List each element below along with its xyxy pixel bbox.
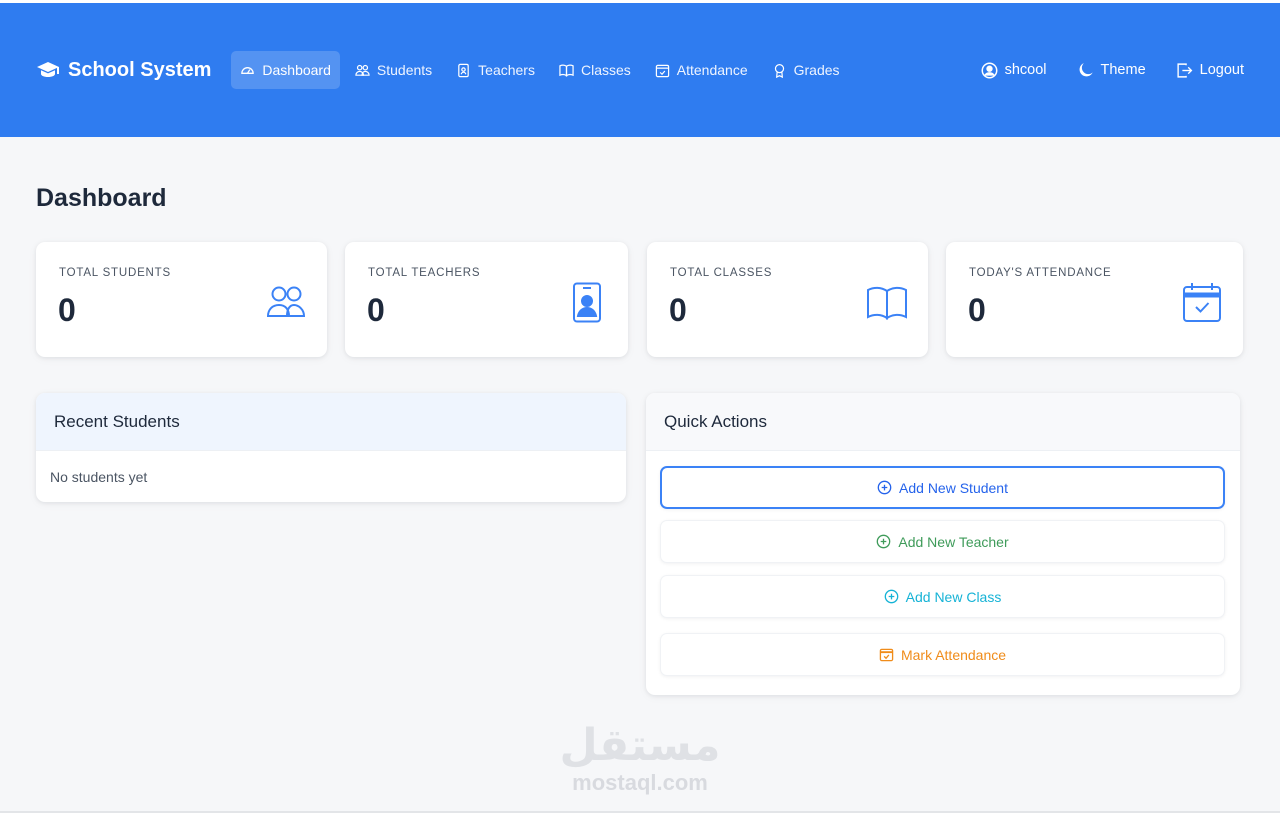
plus-circle-icon: [884, 589, 898, 604]
panel-title: Quick Actions: [646, 393, 1240, 451]
empty-state-text: No students yet: [50, 469, 148, 485]
nav-item-classes[interactable]: Classes: [550, 51, 640, 89]
mark-attendance-button[interactable]: Mark Attendance: [660, 633, 1225, 676]
button-label: Add New Teacher: [898, 533, 1009, 550]
badge-icon: [458, 63, 469, 77]
stat-label: TODAY'S ATTENDANCE: [969, 267, 1112, 279]
calendar-check-icon: [879, 648, 894, 662]
nav-item-students[interactable]: Students: [346, 51, 441, 89]
stat-label: TOTAL TEACHERS: [368, 267, 481, 279]
award-icon: [774, 63, 784, 78]
button-label: Mark Attendance: [900, 646, 1007, 663]
watermark: مستقل mostaql.com: [540, 722, 740, 796]
speedometer-icon: [241, 66, 255, 74]
logout-label: Logout: [1199, 62, 1244, 78]
book-icon: [867, 286, 907, 320]
watermark-latin: mostaql.com: [572, 770, 708, 795]
add-student-button[interactable]: Add New Student: [660, 466, 1225, 509]
logout-icon: [1177, 62, 1193, 78]
panel-title: Recent Students: [36, 393, 626, 451]
stat-value: 0: [968, 292, 986, 328]
main-nav: Dashboard Students Teachers Classes Atte…: [231, 51, 848, 89]
plus-circle-icon: [877, 480, 892, 495]
button-label: Add New Class: [905, 588, 1002, 605]
nav-item-dashboard[interactable]: Dashboard: [231, 51, 340, 89]
stat-value: 0: [367, 292, 385, 328]
nav-label: Teachers: [478, 62, 535, 78]
plus-circle-icon: [877, 534, 891, 549]
add-teacher-button[interactable]: Add New Teacher: [660, 520, 1225, 563]
calendar-check-icon: [1183, 283, 1221, 322]
user-menu[interactable]: shcool: [981, 54, 1047, 87]
badge-icon: [573, 282, 601, 323]
page-title: Dashboard: [36, 184, 167, 212]
stat-value: 0: [58, 292, 76, 328]
logout-button[interactable]: Logout: [1176, 54, 1244, 87]
brand[interactable]: School System: [36, 58, 211, 82]
nav-label: Classes: [580, 62, 631, 78]
nav-item-grades[interactable]: Grades: [763, 51, 849, 89]
graduation-cap-icon: [37, 62, 59, 77]
stat-card-students: TOTAL STUDENTS 0: [36, 242, 327, 357]
user-circle-icon: [981, 62, 998, 78]
stat-card-attendance: TODAY'S ATTENDANCE 0: [946, 242, 1243, 357]
calendar-check-icon: [655, 64, 669, 77]
quick-actions-panel: Quick Actions Add New Student Add New Te…: [646, 393, 1240, 695]
add-class-button[interactable]: Add New Class: [660, 575, 1225, 618]
theme-toggle[interactable]: Theme: [1077, 54, 1146, 87]
book-icon: [559, 64, 574, 77]
nav-right: shcool Theme Logout: [981, 54, 1244, 87]
nav-label: Dashboard: [262, 62, 331, 78]
user-name: shcool: [1004, 62, 1047, 78]
nav-item-teachers[interactable]: Teachers: [447, 51, 544, 89]
button-label: Add New Student: [899, 479, 1008, 496]
nav-label: Grades: [793, 62, 840, 78]
people-icon: [266, 286, 306, 317]
nav-label: Attendance: [676, 62, 748, 78]
stat-label: TOTAL STUDENTS: [59, 267, 171, 279]
stat-label: TOTAL CLASSES: [670, 267, 773, 279]
brand-name: School System: [68, 58, 212, 81]
theme-label: Theme: [1100, 62, 1146, 78]
stat-card-teachers: TOTAL TEACHERS 0: [345, 242, 628, 357]
navbar: School System Dashboard Students Teacher…: [0, 3, 1280, 137]
stat-value: 0: [669, 292, 687, 328]
stat-card-classes: TOTAL CLASSES 0: [647, 242, 928, 357]
moon-icon: [1079, 62, 1093, 76]
nav-label: Students: [376, 62, 433, 78]
recent-students-panel: Recent Students No students yet: [36, 393, 626, 502]
people-icon: [355, 64, 370, 76]
watermark-arabic: مستقل: [559, 720, 721, 771]
nav-item-attendance[interactable]: Attendance: [646, 51, 757, 89]
